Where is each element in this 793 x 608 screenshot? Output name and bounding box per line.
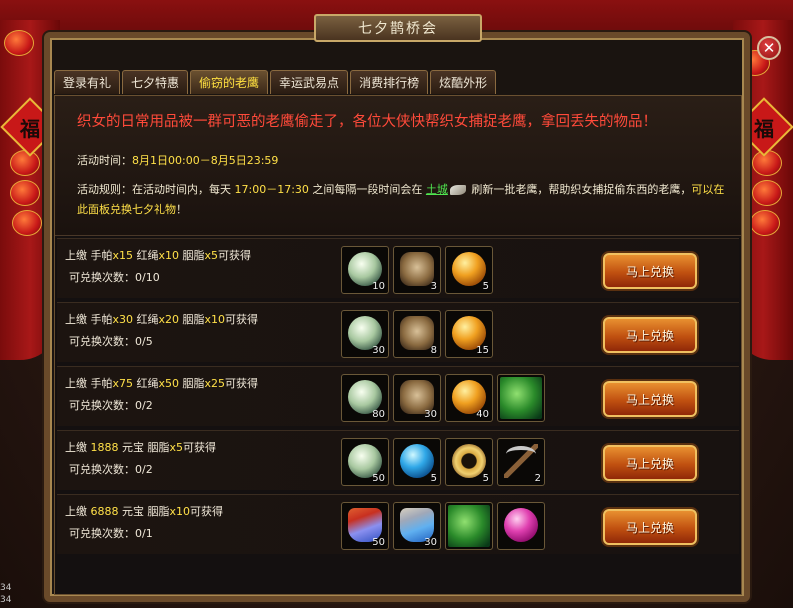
tab-4[interactable]: 消费排行榜: [350, 70, 429, 94]
blue-orb-icon: [400, 444, 434, 478]
reward-slot[interactable]: 5: [393, 438, 441, 486]
exchange-row: 上缴 手帕x75 红绳x50 胭脂x25可获得可兑换次数：0/2 80 30 40 马上…: [57, 366, 739, 426]
reward-quantity: 30: [372, 345, 385, 356]
reward-slot[interactable]: 15: [445, 310, 493, 358]
reward-quantity: 30: [424, 537, 437, 548]
reward-slot[interactable]: 5: [445, 246, 493, 294]
reward-slot[interactable]: 50: [341, 502, 389, 550]
event-rules: 活动规则：在活动时间内，每天 17:00－17:30 之间每隔一段时间会在 土城…: [77, 183, 725, 216]
reward-quantity: 80: [372, 409, 385, 420]
pickaxe-icon: [504, 444, 538, 478]
leaf-icon: [448, 505, 490, 547]
exchange-now-button[interactable]: 马上兑换: [603, 445, 697, 481]
reward-slot[interactable]: 40: [445, 374, 493, 422]
lantern-icon: [10, 180, 40, 206]
exchange-requirement: 上缴 1888 元宝 胭脂x5可获得: [65, 441, 217, 454]
reward-slot[interactable]: 8: [393, 310, 441, 358]
game-scene: 福 福 七夕鹊桥会 ✕ 登录有礼 七夕特惠 偷窃的老鹰 幸运武易点 消费排行榜 炫酷外形 …: [0, 0, 793, 608]
lantern-icon: [12, 210, 42, 236]
reward-slot[interactable]: 30: [393, 502, 441, 550]
reward-slot[interactable]: 30: [393, 374, 441, 422]
reward-slot[interactable]: [497, 374, 545, 422]
reward-items: 50 5 5 2: [341, 438, 545, 486]
corner-number: 34: [0, 583, 12, 593]
lantern-icon: [752, 150, 782, 176]
close-button[interactable]: ✕: [757, 36, 781, 60]
exchange-row: 上缴 1888 元宝 胭脂x5可获得可兑换次数：0/2 50 5 5 2 马上兑换: [57, 430, 739, 490]
exchange-count: 可兑换次数：0/2: [69, 463, 153, 476]
tab-3[interactable]: 幸运武易点: [270, 70, 349, 94]
reward-quantity: 8: [430, 345, 437, 356]
corner-number: 34: [0, 595, 12, 605]
rope-icon: [400, 316, 434, 350]
feather-icon: [449, 185, 466, 195]
reward-slot[interactable]: 30: [341, 310, 389, 358]
reward-quantity: 15: [476, 345, 489, 356]
rule-time: 17:00－17:30: [234, 183, 309, 196]
coin-icon: [452, 444, 486, 478]
exchange-requirement: 上缴 手帕x15 红绳x10 胭脂x5可获得: [65, 249, 252, 262]
exchange-now-button[interactable]: 马上兑换: [603, 253, 697, 289]
tab-2[interactable]: 偷窃的老鹰: [190, 70, 269, 94]
window-title-bar: 七夕鹊桥会: [314, 14, 482, 42]
reward-quantity: 5: [430, 473, 437, 484]
reward-quantity: 30: [424, 409, 437, 420]
reward-slot[interactable]: 50: [341, 438, 389, 486]
reward-quantity: 50: [372, 473, 385, 484]
reward-quantity: 50: [372, 537, 385, 548]
tab-5[interactable]: 炫酷外形: [430, 70, 497, 94]
lantern-icon: [750, 210, 780, 236]
lantern-icon: [4, 30, 34, 56]
tab-0[interactable]: 登录有礼: [54, 70, 121, 94]
event-time: 活动时间：8月1日00:00－8月5日23:59: [77, 154, 279, 167]
rope-icon: [400, 252, 434, 286]
exchange-requirement: 上缴 6888 元宝 胭脂x10可获得: [65, 505, 224, 518]
reward-items: 10 3 5: [341, 246, 493, 294]
reward-items: 50 30: [341, 502, 545, 550]
reward-slot[interactable]: 2: [497, 438, 545, 486]
event-headline: 织女的日常用品被一群可恶的老鹰偷走了，各位大侠快帮织女捕捉老鹰，拿回丢失的物品！: [77, 114, 657, 130]
exchange-row: 上缴 手帕x30 红绳x20 胭脂x10可获得可兑换次数：0/5 30 8 15 马上兑…: [57, 302, 739, 362]
event-time-value: 8月1日00:00－8月5日23:59: [132, 154, 279, 167]
main-panel: 织女的日常用品被一群可恶的老鹰偷走了，各位大侠快帮织女捕捉老鹰，拿回丢失的物品！…: [54, 95, 742, 595]
tab-bar: 登录有礼 七夕特惠 偷窃的老鹰 幸运武易点 消费排行榜 炫酷外形: [54, 70, 497, 96]
reward-slot[interactable]: 5: [445, 438, 493, 486]
reward-quantity: 2: [534, 473, 541, 484]
reward-items: 30 8 15: [341, 310, 493, 358]
reward-quantity: 10: [372, 281, 385, 292]
reward-slot[interactable]: 3: [393, 246, 441, 294]
reward-slot[interactable]: [497, 502, 545, 550]
exchange-now-button[interactable]: 马上兑换: [603, 509, 697, 545]
exchange-row: 上缴 手帕x15 红绳x10 胭脂x5可获得可兑换次数：0/10 10 3 5 马上兑换: [57, 238, 739, 298]
exchange-count: 可兑换次数：0/2: [69, 399, 153, 412]
reward-quantity: 5: [482, 281, 489, 292]
reward-slot[interactable]: 80: [341, 374, 389, 422]
reward-slot[interactable]: [445, 502, 493, 550]
exchange-count: 可兑换次数：0/10: [69, 271, 160, 284]
exchange-requirement: 上缴 手帕x75 红绳x50 胭脂x25可获得: [65, 377, 259, 390]
exchange-row: 上缴 6888 元宝 胭脂x10可获得可兑换次数：0/1 50 30 马上兑换: [57, 494, 739, 554]
exchange-count: 可兑换次数：0/5: [69, 335, 153, 348]
reward-slot[interactable]: 10: [341, 246, 389, 294]
exchange-now-button[interactable]: 马上兑换: [603, 381, 697, 417]
rouge-orb-icon: [452, 252, 486, 286]
close-icon: ✕: [762, 39, 776, 57]
leaf-icon: [500, 377, 542, 419]
lantern-icon: [10, 150, 40, 176]
reward-quantity: 3: [430, 281, 437, 292]
location-link-tucheng[interactable]: 土城: [426, 183, 448, 196]
window-title: 七夕鹊桥会: [358, 21, 438, 37]
exchange-count: 可兑换次数：0/1: [69, 527, 153, 540]
lantern-icon: [752, 180, 782, 206]
exchange-now-button[interactable]: 马上兑换: [603, 317, 697, 353]
reward-quantity: 5: [482, 473, 489, 484]
reward-items: 80 30 40: [341, 374, 545, 422]
reward-quantity: 40: [476, 409, 489, 420]
event-intro: 织女的日常用品被一群可恶的老鹰偷走了，各位大侠快帮织女捕捉老鹰，拿回丢失的物品！…: [55, 96, 741, 236]
pink-orb-icon: [504, 508, 538, 542]
exchange-requirement: 上缴 手帕x30 红绳x20 胭脂x10可获得: [65, 313, 259, 326]
tab-1[interactable]: 七夕特惠: [122, 70, 189, 94]
